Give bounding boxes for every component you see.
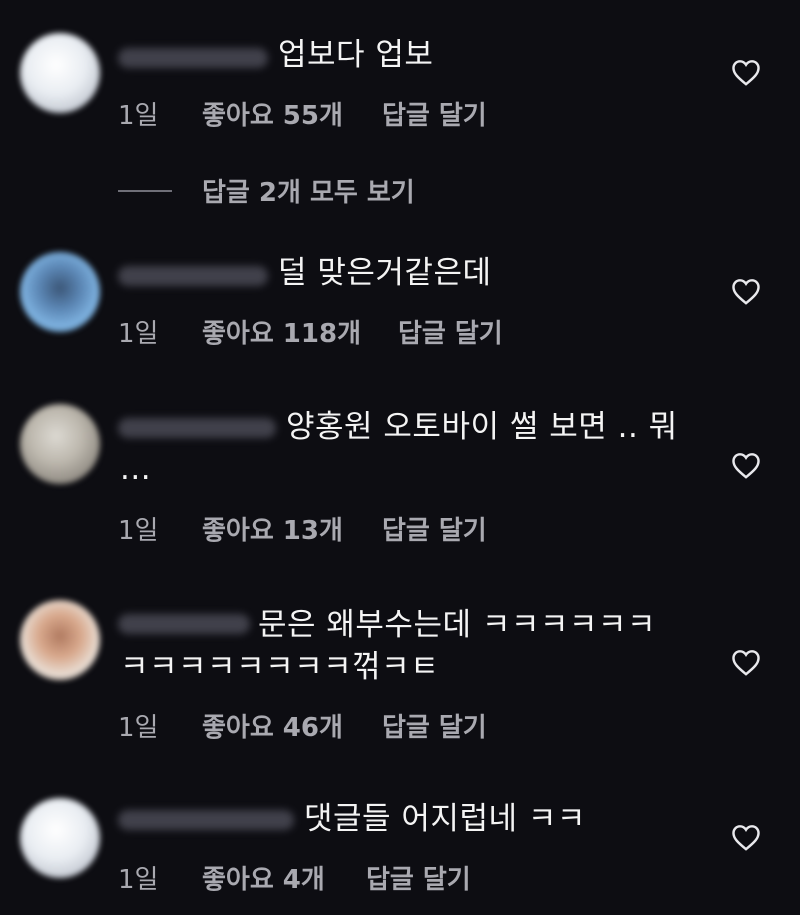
view-replies-button[interactable]: 답글 2개 모두 보기: [118, 172, 448, 208]
likes-count[interactable]: 좋아요 118개: [202, 313, 361, 350]
avatar[interactable]: [20, 33, 100, 113]
comment-text: 덜 맞은거같은데: [278, 255, 492, 291]
reply-button[interactable]: 답글 달기: [366, 859, 471, 896]
heart-icon[interactable]: [731, 452, 761, 479]
likes-count[interactable]: 좋아요 46개: [202, 707, 343, 744]
replies-divider: [118, 190, 172, 192]
heart-icon[interactable]: [731, 278, 761, 305]
username[interactable]: [118, 266, 268, 286]
reply-button[interactable]: 답글 달기: [382, 95, 487, 132]
likes-count[interactable]: 좋아요 13개: [202, 510, 343, 547]
comment-time: 1일: [118, 516, 159, 546]
comment-time: 1일: [118, 319, 159, 349]
avatar[interactable]: [20, 404, 100, 484]
likes-count[interactable]: 좋아요 55개: [202, 95, 343, 132]
reply-button[interactable]: 답글 달기: [382, 707, 487, 744]
comment-time: 1일: [118, 101, 159, 131]
avatar[interactable]: [20, 600, 100, 680]
avatar[interactable]: [20, 252, 100, 332]
comment-text: 문은 왜부수는데 ㅋㅋㅋㅋㅋㅋ ㅋㅋㅋㅋㅋㅋㅋㅋ꺾ㅋㅌ: [120, 607, 656, 685]
reply-button[interactable]: 답글 달기: [382, 510, 487, 547]
heart-icon[interactable]: [731, 649, 761, 676]
heart-icon[interactable]: [731, 59, 761, 86]
username[interactable]: [118, 48, 268, 68]
view-replies-label: 답글 2개 모두 보기: [202, 178, 415, 208]
comment-text: 댓글들 어지럽네 ㅋㅋ: [304, 801, 586, 837]
reply-button[interactable]: 답글 달기: [398, 313, 503, 350]
likes-count[interactable]: 좋아요 4개: [202, 859, 325, 896]
username[interactable]: [118, 810, 294, 830]
comment-time: 1일: [118, 713, 159, 743]
heart-icon[interactable]: [731, 824, 761, 851]
comment-text: 업보다 업보: [278, 37, 434, 73]
avatar[interactable]: [20, 798, 100, 878]
comment-text: 양홍원 오토바이 썰 보면 .. 뭐 ...: [120, 409, 678, 487]
comment-time: 1일: [118, 865, 159, 895]
